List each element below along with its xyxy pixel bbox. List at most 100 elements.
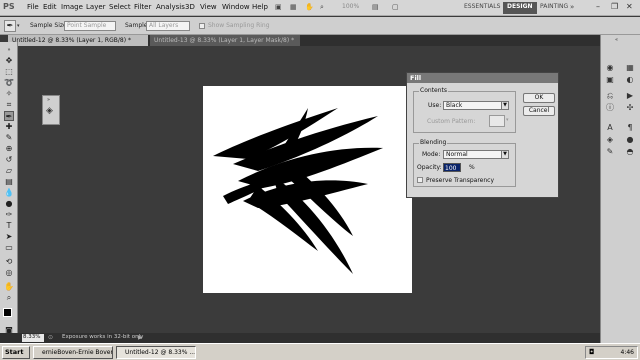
history-panel-icon[interactable]: ⎌ <box>605 91 615 101</box>
tray-icon[interactable]: ◘ <box>589 347 595 358</box>
character-panel-icon[interactable]: A <box>605 123 615 133</box>
floating-panel[interactable]: » ◈ <box>42 95 60 125</box>
close-icon[interactable]: ✕ <box>626 2 636 12</box>
brush-tool-icon[interactable]: ✎ <box>4 133 14 143</box>
mode-label: Mode: <box>422 151 441 158</box>
screen-mode-icon[interactable]: ▢ <box>392 3 399 11</box>
panel-dock: « ◉ ▦ ▣ ◐ ⎌ ▶ ⓘ ✣ A ¶ ◈ ● ✎ ◓ <box>600 35 640 343</box>
dialog-title[interactable]: Fill <box>407 73 558 83</box>
taskbar: Start ernieBoven-Ernie Boven... Untitled… <box>0 343 640 360</box>
tab-untitled-12[interactable]: Untitled-12 @ 8.33% (Layer 1, RGB/8) * <box>8 35 148 46</box>
show-sampling-ring-label: Show Sampling Ring <box>208 22 270 29</box>
move-tool-icon[interactable]: ✥ <box>4 56 14 66</box>
pen-tool-icon[interactable]: ✑ <box>4 210 14 220</box>
healing-tool-icon[interactable]: ✚ <box>4 122 14 132</box>
use-label: Use: <box>428 102 442 109</box>
foreground-color-swatch[interactable] <box>3 308 12 317</box>
menu-file[interactable]: File <box>27 3 39 11</box>
3d-orbit-tool-icon[interactable]: ◎ <box>4 268 14 278</box>
workspace-painting[interactable]: PAINTING <box>536 2 572 14</box>
zoom-tool-icon[interactable]: ⌕ <box>320 3 324 12</box>
toolbox-collapse-icon[interactable]: » <box>4 45 14 55</box>
tool-preset-chevron-icon[interactable]: ▾ <box>17 23 20 29</box>
marquee-tool-icon[interactable]: ⬚ <box>4 67 14 77</box>
preserve-transparency-checkbox[interactable] <box>417 177 423 183</box>
menu-analysis[interactable]: Analysis <box>156 3 185 11</box>
blur-tool-icon[interactable]: 💧 <box>4 188 14 198</box>
task-photoshop[interactable]: Untitled-12 @ 8.33% ... <box>116 346 196 359</box>
history-brush-tool-icon[interactable]: ↺ <box>4 155 14 165</box>
cancel-button[interactable]: Cancel <box>523 106 555 116</box>
panel-collapse-icon[interactable]: » <box>47 97 50 103</box>
gradient-tool-icon[interactable]: ▤ <box>4 177 14 187</box>
path-select-tool-icon[interactable]: ➤ <box>4 232 14 242</box>
menu-image[interactable]: Image <box>61 3 83 11</box>
3d-rotate-tool-icon[interactable]: ⟲ <box>4 257 14 267</box>
hand-tool-icon[interactable]: ✋ <box>4 282 14 292</box>
styles-panel-icon[interactable]: ▣ <box>605 75 615 85</box>
task-browser[interactable]: ernieBoven-Ernie Boven... <box>33 346 113 359</box>
layers-panel-icon[interactable]: ◈ <box>605 135 615 145</box>
ok-button[interactable]: OK <box>523 93 555 103</box>
show-sampling-ring-checkbox[interactable] <box>199 23 205 29</box>
options-bar: ✒ ▾ Sample Size: Point Sample Sample: Al… <box>0 17 640 35</box>
menu-help[interactable]: Help <box>252 3 268 11</box>
eraser-tool-icon[interactable]: ▱ <box>4 166 14 176</box>
status-bar: 8.33% ⊙ Exposure works in 32-bit only ▶ <box>0 333 600 343</box>
swatches-panel-icon[interactable]: ▦ <box>625 63 635 73</box>
actions-panel-icon[interactable]: ▶ <box>625 91 635 101</box>
lasso-tool-icon[interactable]: ➰ <box>4 78 14 88</box>
status-arrow-icon[interactable]: ▶ <box>138 334 143 341</box>
eyedropper-icon[interactable]: ✒ <box>4 20 16 32</box>
mini-bridge-icon[interactable]: ▦ <box>290 3 297 11</box>
type-tool-icon[interactable]: T <box>4 221 14 231</box>
start-button[interactable]: Start <box>2 346 30 359</box>
eyedropper-tool-icon[interactable]: ✒ <box>4 111 14 121</box>
quick-select-tool-icon[interactable]: ✧ <box>4 89 14 99</box>
document-canvas[interactable] <box>203 86 412 293</box>
menu-view[interactable]: View <box>200 3 217 11</box>
zoom-level[interactable]: 100% <box>342 3 359 10</box>
menu-edit[interactable]: Edit <box>43 3 57 11</box>
menu-select[interactable]: Select <box>109 3 131 11</box>
arrange-icon[interactable]: ▤ <box>372 3 379 11</box>
sample-select[interactable]: All Layers <box>146 21 190 31</box>
minimize-icon[interactable]: – <box>596 2 606 12</box>
channels-panel-icon[interactable]: ● <box>625 135 635 145</box>
menu-filter[interactable]: Filter <box>134 3 151 11</box>
toolbox: » ✥ ⬚ ➰ ✧ ⌗ ✒ ✚ ✎ ⊕ ↺ ▱ ▤ 💧 ● ✑ T ➤ ▭ ⟲ … <box>0 42 18 342</box>
crop-tool-icon[interactable]: ⌗ <box>4 100 14 110</box>
contents-group-label: Contents <box>419 87 448 94</box>
clock[interactable]: 4:46 <box>621 349 634 356</box>
workspace-design[interactable]: DESIGN <box>503 2 537 14</box>
menu-3d[interactable]: 3D <box>185 3 195 11</box>
opacity-input[interactable]: 100 <box>443 163 461 172</box>
menu-layer[interactable]: Layer <box>86 3 106 11</box>
info-panel-icon[interactable]: ⓘ <box>605 103 615 113</box>
color-panel-icon[interactable]: ◉ <box>605 63 615 73</box>
zoom-field[interactable]: 8.33% <box>22 334 44 342</box>
dock-collapse-icon[interactable]: « <box>615 37 618 43</box>
menu-window[interactable]: Window <box>222 3 250 11</box>
navigator-panel-icon[interactable]: ✣ <box>625 103 635 113</box>
mode-select[interactable]: Normal ▼ <box>443 150 509 159</box>
restore-icon[interactable]: ❐ <box>611 2 621 12</box>
workspace-essentials[interactable]: ESSENTIALS <box>460 2 504 14</box>
bridge-icon[interactable]: ▣ <box>275 3 282 11</box>
dodge-tool-icon[interactable]: ● <box>4 199 14 209</box>
paragraph-panel-icon[interactable]: ¶ <box>625 123 635 133</box>
masks-panel-icon[interactable]: ◓ <box>625 147 635 157</box>
paths-panel-icon[interactable]: ✎ <box>605 147 615 157</box>
stamp-tool-icon[interactable]: ⊕ <box>4 144 14 154</box>
sample-size-select[interactable]: Point Sample <box>64 21 116 31</box>
mode-select-value: Normal <box>446 151 468 158</box>
status-menu-icon[interactable]: ⊙ <box>48 334 53 341</box>
workspace-more-icon[interactable]: » <box>570 3 574 11</box>
tab-untitled-13[interactable]: Untitled-13 @ 8.33% (Layer 1, Layer Mask… <box>150 35 300 46</box>
zoom-tool-icon[interactable]: ⌕ <box>4 293 14 303</box>
layers-stack-icon[interactable]: ◈ <box>46 106 53 116</box>
hand-icon[interactable]: ✋ <box>305 3 314 11</box>
shape-tool-icon[interactable]: ▭ <box>4 243 14 253</box>
adjustments-panel-icon[interactable]: ◐ <box>625 75 635 85</box>
use-select[interactable]: Black ▼ <box>443 101 509 110</box>
